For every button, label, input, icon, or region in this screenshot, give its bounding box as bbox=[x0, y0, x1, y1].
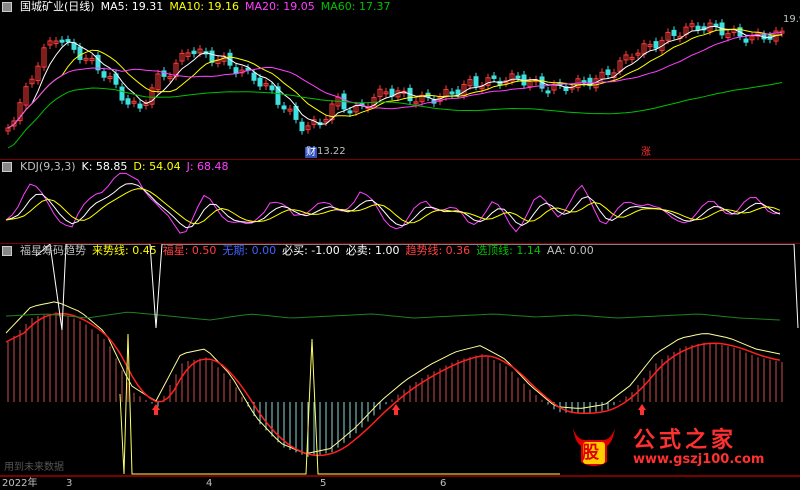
low-price-label: 13.22 bbox=[317, 146, 346, 157]
candle-body bbox=[191, 50, 197, 55]
bimai-spike-line bbox=[119, 333, 560, 475]
ma10-line bbox=[7, 28, 783, 129]
candle-body bbox=[209, 50, 215, 63]
kdj-legend: KDJ(9,3,3) K: 58.85 D: 54.04 J: 68.48 bbox=[2, 160, 229, 174]
candle-body bbox=[653, 41, 659, 49]
buy-arrow-icon bbox=[638, 404, 646, 415]
candle-body bbox=[59, 39, 65, 43]
candle-body bbox=[281, 105, 287, 110]
candle-body bbox=[671, 29, 677, 36]
panel-menu-icon[interactable] bbox=[2, 162, 12, 172]
candle-body bbox=[251, 72, 257, 81]
brand-watermark: 股 公式之家 www.gszj100.com bbox=[563, 416, 798, 476]
badge-rise: 涨 bbox=[641, 147, 651, 158]
d-line bbox=[5, 188, 781, 225]
panel-menu-icon[interactable] bbox=[2, 2, 12, 12]
candle-body bbox=[347, 110, 353, 114]
buy-arrow-icon bbox=[152, 404, 160, 415]
badge-fall: 财 bbox=[305, 147, 317, 158]
logo-char: 股 bbox=[582, 443, 599, 463]
wuqi-label: 无期: 0.00 bbox=[222, 244, 277, 257]
laishi-label: 来势线: 0.45 bbox=[92, 244, 157, 257]
candle-body bbox=[695, 25, 701, 31]
time-axis: 2022年 3 4 5 6 bbox=[0, 476, 800, 490]
bimai2-label: 必卖: 1.00 bbox=[345, 244, 400, 257]
ma60-line bbox=[7, 82, 783, 149]
candle-body bbox=[455, 89, 461, 95]
fuxing-label: 福星: 0.50 bbox=[162, 244, 217, 257]
kdj-k-label: K: 58.85 bbox=[81, 160, 128, 173]
candle-body bbox=[125, 98, 131, 105]
candle-body bbox=[473, 76, 479, 87]
candle-body bbox=[491, 75, 497, 79]
candle-body bbox=[743, 38, 749, 43]
k-line bbox=[5, 183, 781, 229]
candle-body bbox=[545, 90, 551, 94]
kdj-pane[interactable]: KDJ(9,3,3) K: 58.85 D: 54.04 J: 68.48 bbox=[0, 160, 800, 244]
axis-label-year: 2022年 bbox=[2, 478, 38, 489]
xuanding-label: 选顶线: 1.14 bbox=[476, 244, 541, 257]
qushi-label: 趋势线: 0.36 bbox=[405, 244, 471, 257]
candle-body bbox=[713, 23, 719, 27]
xuanding-line bbox=[5, 311, 781, 321]
candlestick-chart[interactable] bbox=[0, 0, 800, 160]
axis-label-apr: 4 bbox=[206, 478, 213, 489]
candle-body bbox=[77, 46, 83, 60]
ma5-line bbox=[7, 25, 783, 129]
aa-label: AA: 0.00 bbox=[546, 244, 594, 257]
ma5-label: MA5: 19.31 bbox=[100, 0, 164, 13]
kdj-j-label: J: 68.48 bbox=[186, 160, 229, 173]
bimai-label: 必买: -1.00 bbox=[282, 244, 340, 257]
candle-body bbox=[101, 71, 107, 78]
candle-body bbox=[299, 121, 305, 132]
axis-label-may: 5 bbox=[320, 478, 327, 489]
candle-body bbox=[257, 77, 263, 87]
candle-body bbox=[137, 103, 143, 109]
kdj-d-label: D: 54.04 bbox=[133, 160, 181, 173]
stock-title: 国城矿业(日线) bbox=[20, 0, 95, 13]
candle-body bbox=[269, 85, 275, 91]
panel-menu-icon[interactable] bbox=[2, 246, 12, 256]
kdj-title: KDJ(9,3,3) bbox=[20, 160, 76, 173]
ma20-line bbox=[7, 31, 783, 129]
candle-body bbox=[119, 86, 125, 101]
price-legend: 国城矿业(日线) MA5: 19.31 MA10: 19.16 MA20: 19… bbox=[2, 0, 390, 14]
ma10-label: MA10: 19.16 bbox=[169, 0, 240, 13]
candle-body bbox=[65, 39, 71, 43]
buy-arrow-icon bbox=[392, 404, 400, 415]
axis-label-mar: 3 bbox=[66, 478, 73, 489]
candle-body bbox=[449, 91, 455, 95]
j-line bbox=[5, 172, 781, 234]
ma20-label: MA20: 19.05 bbox=[245, 0, 315, 13]
candle-body bbox=[605, 69, 611, 76]
axis-label-jun: 6 bbox=[440, 478, 447, 489]
brand-title: 公式之家 bbox=[633, 427, 738, 453]
candle-body bbox=[233, 67, 239, 74]
candle-body bbox=[515, 75, 521, 79]
indicator-title: 福星筹码趋势 bbox=[20, 244, 86, 257]
future-data-note: 用到未来数据 bbox=[4, 462, 64, 473]
high-price-label: 19.98 bbox=[783, 14, 800, 25]
indicator-legend: 福星筹码趋势 来势线: 0.45 福星: 0.50 无期: 0.00 必买: -… bbox=[2, 244, 594, 258]
brand-url[interactable]: www.gszj100.com bbox=[633, 452, 764, 467]
price-pane[interactable]: 国城矿业(日线) MA5: 19.31 MA10: 19.16 MA20: 19… bbox=[0, 0, 800, 160]
ma60-label: MA60: 17.37 bbox=[320, 0, 391, 13]
